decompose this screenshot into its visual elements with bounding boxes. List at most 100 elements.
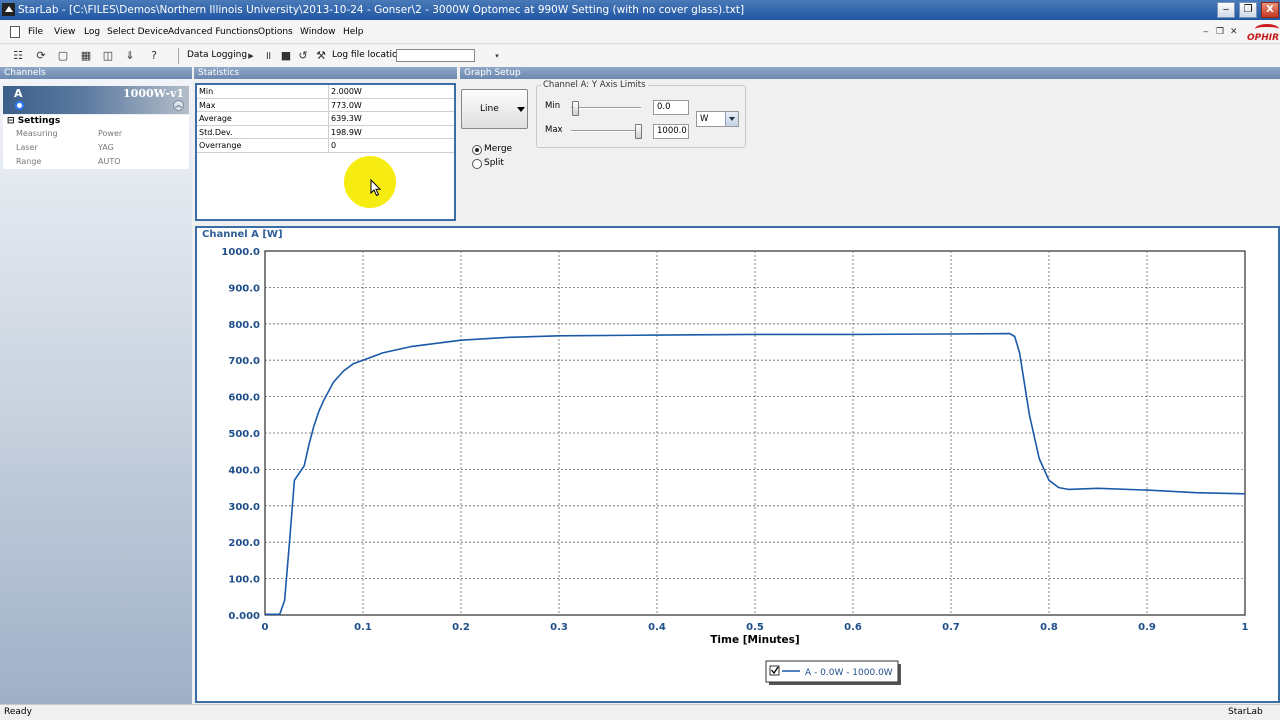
- stat-row: Overrange 0: [197, 139, 454, 153]
- channel-letter: A: [14, 87, 23, 100]
- logo-text: OPHIR: [1247, 33, 1280, 43]
- stat-divider: [328, 98, 329, 112]
- channel-card[interactable]: A 1000W-v1 ︽: [3, 86, 189, 114]
- x-tick-label: 0.9: [1138, 622, 1156, 633]
- y-tick-label: 500.0: [228, 429, 260, 440]
- maximize-button[interactable]: ❐: [1239, 2, 1257, 18]
- device-icon[interactable]: ☷: [10, 48, 26, 64]
- x-tick-label: 0.6: [844, 622, 862, 633]
- settings-block: ⊟ Settings Measuring Power Laser YAG Ran…: [3, 115, 189, 169]
- toolbar-separator: [178, 48, 179, 64]
- channels-sidebar: Channels A 1000W-v1 ︽ ⊟ Settings Measuri…: [0, 67, 192, 704]
- min-label: Min: [545, 101, 561, 111]
- toolbar: ☷ ⟳ ▢ ▦ ◫ ⇓ ? Data Logging ▸ ॥ ■ ↺ ⚒ Log…: [0, 45, 1280, 67]
- stat-key: Std.Dev.: [199, 127, 233, 137]
- min-slider-handle[interactable]: [572, 101, 579, 116]
- window-title: StarLab - [C:\FILES\Demos\Northern Illin…: [18, 4, 745, 16]
- stat-value: 639.3W: [331, 114, 362, 123]
- chevron-down-icon[interactable]: [725, 112, 738, 126]
- setting-row[interactable]: Laser YAG: [3, 141, 189, 154]
- unit-select[interactable]: W: [696, 111, 739, 127]
- stat-key: Min: [199, 87, 214, 96]
- channel-model: 1000W-v1: [123, 87, 184, 100]
- setting-row[interactable]: Measuring Power: [3, 127, 189, 140]
- x-tick-label: 0: [262, 622, 269, 633]
- legend-label: A - 0.0W - 1000.0W: [805, 668, 893, 678]
- unit-value: W: [700, 114, 709, 124]
- menu-file[interactable]: File: [28, 27, 43, 37]
- play-icon[interactable]: ▸: [243, 48, 259, 64]
- dropdown-icon[interactable]: ▾: [489, 48, 505, 64]
- window-icon[interactable]: ▢: [55, 48, 71, 64]
- ophir-logo: OPHIR: [1245, 24, 1280, 46]
- y-tick-label: 0.000: [228, 611, 260, 622]
- menu-options[interactable]: Options: [258, 27, 293, 37]
- stat-key: Average: [199, 114, 232, 123]
- stat-key: Overrange: [199, 141, 242, 150]
- mdi-restore-button[interactable]: ❐: [1216, 27, 1224, 37]
- graph-type-dropdown[interactable]: Line: [461, 89, 528, 129]
- settings-title: Settings: [17, 116, 61, 126]
- menu-window[interactable]: Window: [300, 27, 336, 37]
- layout-icon[interactable]: ▦: [78, 48, 94, 64]
- statistics-table: Min 2.000W Max 773.0W Average 639.3W Std…: [195, 83, 456, 221]
- tools-icon[interactable]: ⚒: [313, 48, 329, 64]
- max-value-input[interactable]: 1000.0: [653, 124, 689, 139]
- setting-key: Range: [16, 157, 42, 166]
- document-icon[interactable]: [10, 26, 20, 38]
- data-logging-label: Data Logging: [187, 50, 248, 60]
- y-tick-label: 800.0: [228, 320, 260, 331]
- download-icon[interactable]: ⇓: [122, 48, 138, 64]
- pause-icon[interactable]: ॥: [260, 48, 276, 64]
- status-text: Ready: [4, 707, 32, 717]
- y-tick-label: 200.0: [228, 538, 260, 549]
- max-slider-track[interactable]: [571, 130, 641, 132]
- graph-panel: Channel A [W] 0 0.1 0.2 0.3 0.4 0.5 0.6 0.7 0.8 0…: [195, 226, 1280, 703]
- refresh-icon[interactable]: ⟳: [33, 48, 49, 64]
- minimize-button[interactable]: ‒: [1217, 2, 1235, 18]
- app-icon: [2, 3, 15, 16]
- stop-icon[interactable]: ■: [278, 48, 294, 64]
- setting-row[interactable]: Range AUTO: [3, 155, 189, 168]
- menu-advanced-functions[interactable]: Advanced Functions: [168, 27, 258, 37]
- log-file-location-label: Log file location: [332, 50, 404, 60]
- status-bar: Ready StarLab: [0, 704, 1280, 720]
- setting-value: YAG: [98, 143, 114, 152]
- x-tick-label: 0.2: [452, 622, 470, 633]
- y-tick-label: 700.0: [228, 356, 260, 367]
- max-slider-handle[interactable]: [635, 124, 642, 139]
- channel-active-icon[interactable]: [15, 101, 24, 110]
- close-button[interactable]: X: [1261, 2, 1279, 18]
- setting-key: Laser: [16, 143, 38, 152]
- reset-icon[interactable]: ↺: [295, 48, 311, 64]
- help-icon[interactable]: ?: [146, 48, 162, 64]
- log-file-location-input[interactable]: [396, 49, 475, 62]
- page-icon[interactable]: ◫: [100, 48, 116, 64]
- x-tick-label: 0.8: [1040, 622, 1058, 633]
- radio-selected-icon: [472, 145, 482, 155]
- menu-view[interactable]: View: [54, 27, 75, 37]
- setting-value: Power: [98, 129, 123, 138]
- menu-help[interactable]: Help: [343, 27, 364, 37]
- x-tick-label: 1: [1242, 622, 1249, 633]
- merge-label: Merge: [484, 144, 513, 154]
- min-slider-track[interactable]: [571, 107, 641, 109]
- menu-log[interactable]: Log: [84, 27, 100, 37]
- setting-key: Measuring: [16, 129, 58, 138]
- mdi-minimize-button[interactable]: ‒: [1203, 27, 1209, 37]
- stat-value: 2.000W: [331, 87, 362, 96]
- x-tick-label: 0.1: [354, 622, 372, 633]
- min-value-input[interactable]: 0.0: [653, 100, 689, 115]
- x-tick-label: 0.5: [746, 622, 764, 633]
- settings-header[interactable]: ⊟ Settings: [3, 115, 189, 127]
- menu-select-device[interactable]: Select Device: [107, 27, 168, 37]
- stat-value: 0: [331, 141, 337, 150]
- y-tick-label: 100.0: [228, 575, 260, 586]
- stat-row: Average 639.3W: [197, 112, 454, 126]
- collapse-icon[interactable]: ︽: [173, 100, 184, 111]
- split-label: Split: [484, 158, 504, 168]
- stat-key: Max: [199, 100, 216, 110]
- statistics-panel: Statistics Min 2.000W Max 773.0W Average…: [194, 67, 457, 222]
- statistics-header: Statistics: [194, 67, 457, 79]
- mdi-close-button[interactable]: ✕: [1230, 27, 1238, 37]
